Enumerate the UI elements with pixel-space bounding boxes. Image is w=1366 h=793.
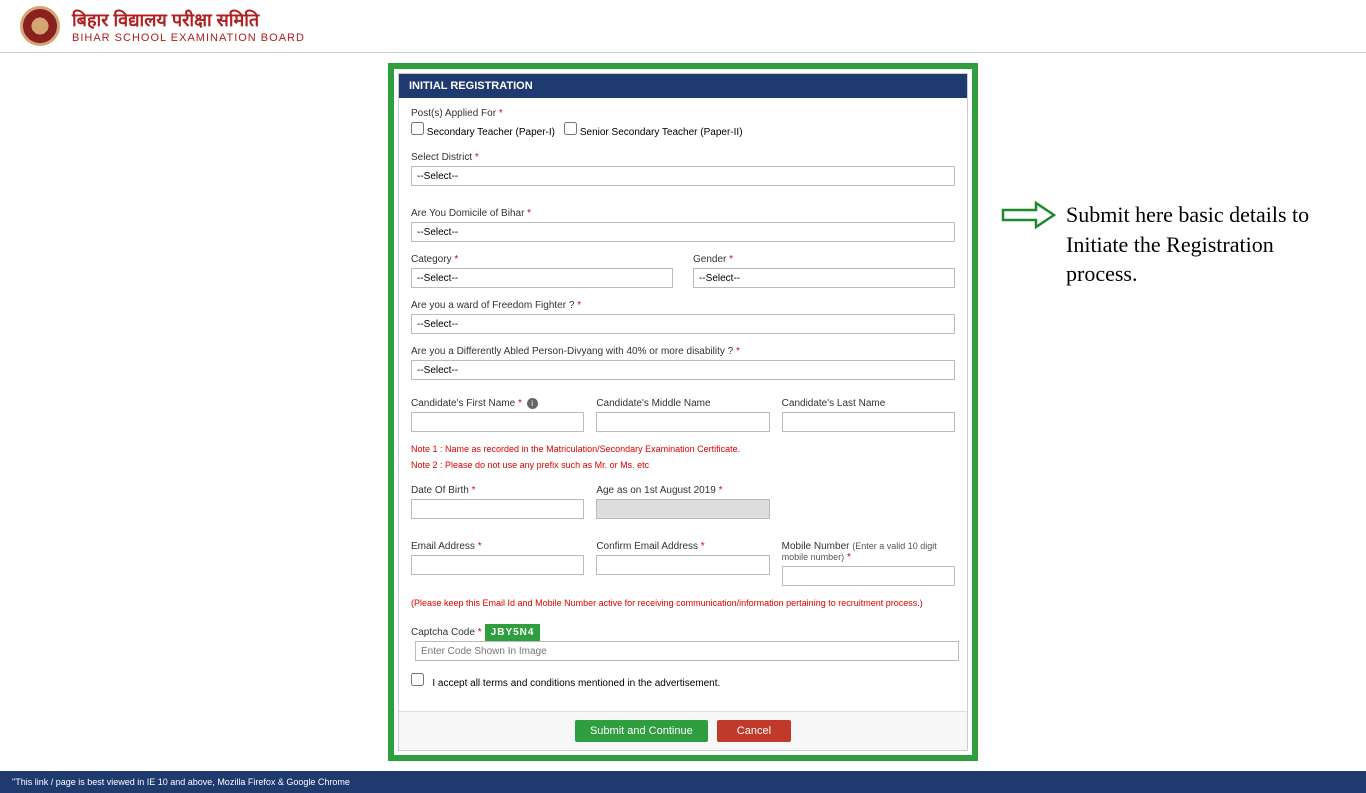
mobile-input[interactable]: [782, 566, 955, 586]
disability-select[interactable]: [411, 360, 955, 380]
site-header: बिहार विद्यालय परीक्षा समिति BIHAR SCHOO…: [0, 0, 1366, 53]
freedom-fighter-select[interactable]: [411, 314, 955, 334]
annotation-callout: Submit here basic details to Initiate th…: [1001, 200, 1326, 289]
header-title-hindi: बिहार विद्यालय परीक्षा समिति: [72, 8, 305, 32]
name-note1: Note 1 : Name as recorded in the Matricu…: [411, 444, 955, 456]
age-display: [596, 499, 769, 519]
freedom-fighter-label: Are you a ward of Freedom Fighter ?: [411, 300, 955, 311]
cancel-button[interactable]: Cancel: [717, 720, 791, 742]
captcha-label: Captcha Code: [411, 627, 482, 638]
captcha-image: JBY5N4: [485, 624, 541, 641]
district-select[interactable]: [411, 166, 955, 186]
logo-icon: [20, 6, 60, 46]
confirm-email-input[interactable]: [596, 555, 769, 575]
middle-name-input[interactable]: [596, 412, 769, 432]
last-name-input[interactable]: [782, 412, 955, 432]
district-label: Select District: [411, 152, 955, 163]
registration-panel: INITIAL REGISTRATION Post(s) Applied For…: [398, 73, 968, 751]
email-input[interactable]: [411, 555, 584, 575]
highlight-border: INITIAL REGISTRATION Post(s) Applied For…: [388, 63, 978, 761]
disability-label: Are you a Differently Abled Person-Divya…: [411, 346, 955, 357]
terms-label: I accept all terms and conditions mentio…: [432, 678, 720, 689]
email-note: (Please keep this Email Id and Mobile Nu…: [411, 598, 955, 610]
annotation-text: Submit here basic details to Initiate th…: [1066, 200, 1326, 289]
info-icon: i: [527, 398, 538, 409]
category-select[interactable]: [411, 268, 673, 288]
post-opt1-label: Secondary Teacher (Paper-I): [427, 127, 555, 138]
last-name-label: Candidate's Last Name: [782, 398, 955, 409]
post-opt2-label: Senior Secondary Teacher (Paper-II): [580, 127, 743, 138]
first-name-input[interactable]: [411, 412, 584, 432]
post-senior-secondary-checkbox[interactable]: [564, 122, 577, 135]
name-note2: Note 2 : Please do not use any prefix su…: [411, 460, 955, 472]
domicile-select[interactable]: [411, 222, 955, 242]
age-label: Age as on 1st August 2019: [596, 485, 769, 496]
gender-label: Gender: [693, 254, 955, 265]
dob-label: Date Of Birth: [411, 485, 584, 496]
category-label: Category: [411, 254, 673, 265]
captcha-input[interactable]: [415, 641, 959, 661]
submit-button[interactable]: Submit and Continue: [575, 720, 708, 742]
terms-checkbox[interactable]: [411, 673, 424, 686]
post-secondary-checkbox[interactable]: [411, 122, 424, 135]
dob-input[interactable]: [411, 499, 584, 519]
domicile-label: Are You Domicile of Bihar: [411, 208, 955, 219]
header-title-english: BIHAR SCHOOL EXAMINATION BOARD: [72, 32, 305, 44]
panel-heading: INITIAL REGISTRATION: [399, 74, 967, 98]
first-name-label: Candidate's First Name * i: [411, 398, 584, 409]
page-footer: "This link / page is best viewed in IE 1…: [0, 771, 1366, 793]
email-label: Email Address: [411, 541, 584, 552]
gender-select[interactable]: [693, 268, 955, 288]
posts-label: Post(s) Applied For: [411, 108, 955, 119]
mobile-label: Mobile Number (Enter a valid 10 digit mo…: [782, 541, 955, 563]
arrow-icon: [1001, 200, 1056, 230]
logo-text-block: बिहार विद्यालय परीक्षा समिति BIHAR SCHOO…: [72, 8, 305, 44]
confirm-email-label: Confirm Email Address: [596, 541, 769, 552]
middle-name-label: Candidate's Middle Name: [596, 398, 769, 409]
